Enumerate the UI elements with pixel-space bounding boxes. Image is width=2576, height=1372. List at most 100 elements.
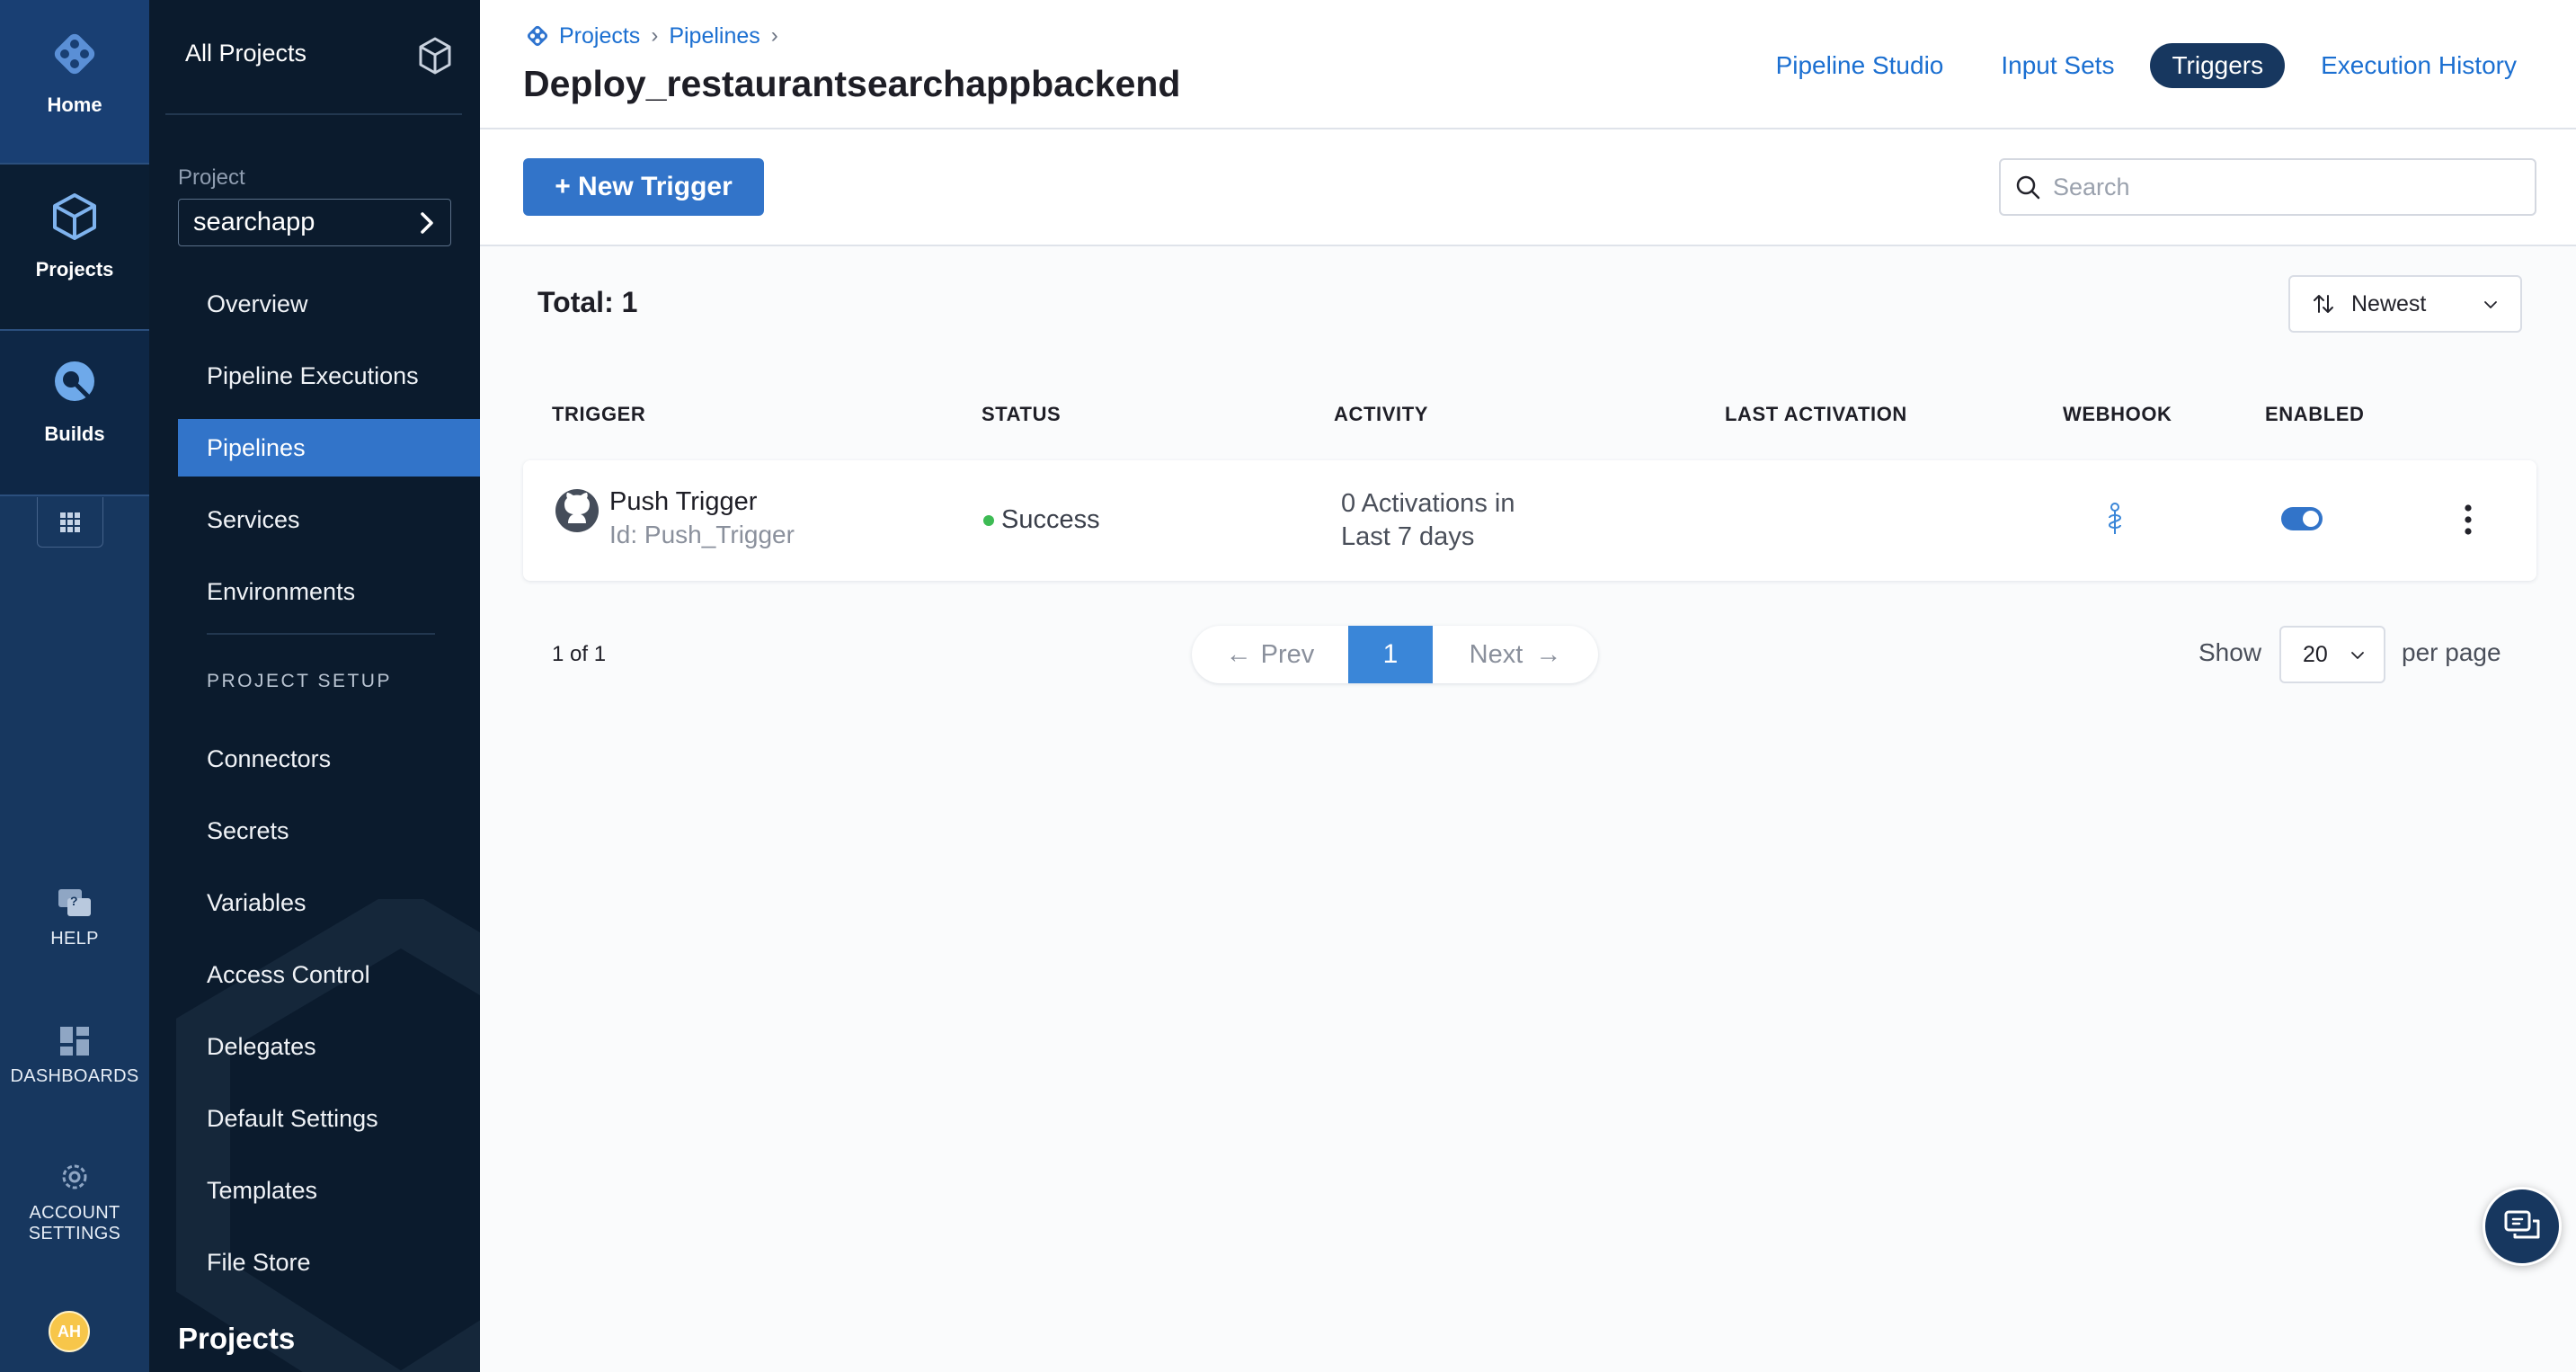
column-header-last-activation: LAST ACTIVATION [1725,403,1907,425]
per-page-label: per page [2402,638,2501,666]
module-grid-button[interactable] [37,497,103,548]
search-box [1999,158,2536,216]
breadcrumb: Projects › Pipelines › [523,22,789,50]
cube-icon [53,193,96,240]
builds-icon [55,361,94,401]
rail-divider [0,494,149,496]
rail-home[interactable]: Home [0,0,149,163]
sidebar-footer-title: Projects [178,1322,296,1355]
sidebar-item-environments[interactable]: Environments [178,563,480,620]
page-title: Deploy_restaurantsearchappbackend [523,63,1181,104]
sidebar-item-connectors[interactable]: Connectors [178,730,480,788]
sort-icon [2314,295,2333,313]
tab-triggers[interactable]: Triggers [2150,43,2286,88]
gear-icon [62,1164,87,1189]
sidebar-item-label: Access Control [207,960,370,988]
sidebar-item-file-store[interactable]: File Store [178,1234,480,1291]
sidebar-item-secrets[interactable]: Secrets [178,802,480,860]
rail-help-label: HELP [50,929,99,949]
rail-dashboards-label: DASHBOARDS [10,1066,139,1086]
project-setup-heading: PROJECT SETUP [207,671,392,691]
pipeline-tabs: Pipeline Studio Input Sets Triggers Exec… [1719,43,2517,88]
sidebar-item-label: Services [207,505,300,533]
rail-builds[interactable]: Builds [0,331,149,494]
sidebar-item-delegates[interactable]: Delegates [178,1018,480,1075]
breadcrumb-pipelines[interactable]: Pipelines [669,23,759,49]
sidebar-item-access-control[interactable]: Access Control [178,946,480,1003]
prev-label: Prev [1260,639,1315,669]
project-selector[interactable]: searchapp [178,199,451,246]
sidebar-item-overview[interactable]: Overview [178,275,480,333]
sidebar-item-templates[interactable]: Templates [178,1162,480,1219]
sidebar-item-label: Pipelines [207,433,306,461]
sidebar-item-label: Delegates [207,1032,316,1060]
column-header-enabled: ENABLED [2265,403,2365,425]
harness-logo-icon [54,33,95,75]
svg-text:?: ? [70,894,78,908]
chevron-down-icon [2351,652,2364,659]
sidebar-item-label: Pipeline Executions [207,361,419,389]
sidebar-item-variables[interactable]: Variables [178,874,480,931]
column-header-trigger[interactable]: TRIGGER [552,403,645,426]
tab-pipeline-studio[interactable]: Pipeline Studio [1776,43,1944,88]
sidebar-item-services[interactable]: Services [178,491,480,548]
toggle-knob [2303,511,2319,527]
pagination: ← Prev 1 Next → [1192,626,1598,683]
tab-input-sets[interactable]: Input Sets [2001,43,2114,88]
page-count: 1 of 1 [552,642,607,666]
triggers-toolbar: + New Trigger [480,129,2576,246]
project-selector-value: searchapp [193,208,315,236]
sort-dropdown[interactable]: Newest [2288,275,2522,333]
all-projects-link[interactable]: All Projects [185,40,306,67]
github-icon [555,489,599,532]
table-row[interactable]: Push Trigger Id: Push_Trigger Success 0 … [523,460,2536,581]
cube-outline-icon[interactable] [417,36,453,76]
project-sidebar: All Projects Project searchapp Overview … [149,0,480,1372]
search-input[interactable] [2053,173,2520,201]
new-trigger-button[interactable]: + New Trigger [523,158,764,216]
trigger-id: Id: Push_Trigger [609,521,795,548]
left-rail: Home Projects Builds ? HELP DASHBOARDS A… [0,0,149,1372]
breadcrumb-projects[interactable]: Projects [559,23,640,49]
enabled-toggle[interactable] [2281,507,2323,530]
sidebar-item-label: Connectors [207,744,332,772]
sidebar-item-pipeline-executions[interactable]: Pipeline Executions [178,347,480,405]
page-size-select[interactable]: 20 [2279,626,2385,683]
rail-builds-label: Builds [44,423,105,445]
support-chat-button[interactable] [2483,1187,2562,1266]
activity-line-1: 0 Activations in [1341,489,1515,518]
total-count: Total: 1 [537,286,638,318]
more-options-icon[interactable] [2459,503,2477,536]
status-dot-icon [983,514,994,526]
grid-icon [60,512,80,532]
show-label: Show [2198,638,2262,666]
trigger-name[interactable]: Push Trigger [609,487,757,517]
current-page-button[interactable]: 1 [1348,626,1433,683]
activity-cell: 0 Activations in Last 7 days [1341,487,1515,554]
prev-page-button[interactable]: ← Prev [1192,626,1348,683]
sidebar-item-default-settings[interactable]: Default Settings [178,1090,480,1147]
column-header-status: STATUS [982,403,1061,425]
next-page-button[interactable]: Next → [1433,626,1598,683]
rail-home-label: Home [47,94,102,116]
column-header-webhook: WEBHOOK [2063,403,2172,425]
sidebar-item-label: Templates [207,1176,318,1204]
sidebar-item-label: Environments [207,577,356,605]
rail-account-settings[interactable]: ACCOUNT SETTINGS [0,1160,149,1244]
breadcrumb-separator-icon: › [770,23,778,48]
webhook-icon[interactable] [2105,502,2125,538]
sidebar-divider [165,113,462,115]
user-avatar[interactable]: AH [49,1311,90,1352]
rail-dashboards[interactable]: DASHBOARDS [0,1025,149,1087]
tab-execution-history[interactable]: Execution History [2321,43,2517,88]
help-chat-icon: ? [58,889,91,916]
sidebar-item-pipelines[interactable]: Pipelines [178,419,480,477]
rail-help[interactable]: ? HELP [0,886,149,949]
sidebar-item-label: Secrets [207,816,289,844]
sidebar-item-label: Overview [207,290,308,317]
sidebar-item-label: File Store [207,1248,311,1276]
rail-projects[interactable]: Projects [0,165,149,329]
chevron-down-icon [2484,301,2497,308]
column-header-activity: ACTIVITY [1334,403,1429,425]
page-header: Projects › Pipelines › Deploy_restaurant… [480,0,2576,129]
